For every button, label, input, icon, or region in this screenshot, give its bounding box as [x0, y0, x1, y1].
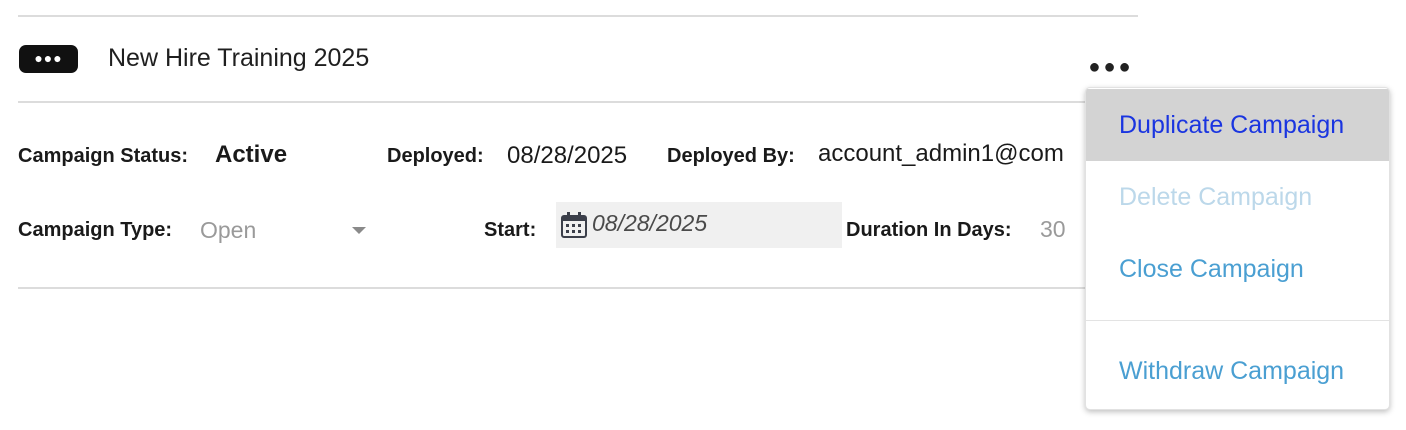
deployed-value: 08/28/2025	[507, 142, 628, 169]
campaign-actions-menu: Duplicate Campaign Delete Campaign Close…	[1085, 87, 1390, 410]
duration-label: Duration In Days:	[846, 219, 1012, 241]
deployed-by-label: Deployed By:	[667, 145, 795, 167]
calendar-icon[interactable]	[560, 211, 588, 239]
campaign-type-value: Open	[200, 216, 257, 243]
start-date-input[interactable]: 08/28/2025	[556, 202, 842, 248]
campaign-type-label: Campaign Type:	[18, 219, 173, 241]
more-actions-button[interactable]: ●●●	[1084, 56, 1138, 82]
campaign-title: New Hire Training 2025	[108, 44, 370, 72]
deployed-by-clip: account_admin1@com	[818, 140, 1084, 174]
campaign-type-select[interactable]: Open	[200, 213, 372, 247]
start-date-value: 08/28/2025	[592, 210, 708, 236]
menu-item-close-campaign[interactable]: Close Campaign	[1086, 233, 1389, 305]
top-divider	[18, 15, 1138, 17]
duration-value[interactable]: 30	[1040, 216, 1066, 243]
caret-down-icon	[352, 227, 366, 234]
header-divider	[18, 101, 1138, 103]
campaign-badge[interactable]: ●●●	[19, 45, 78, 73]
campaign-status-value: Active	[215, 141, 288, 168]
deployed-label: Deployed:	[387, 145, 484, 167]
deployed-by-value: account_admin1@com	[818, 140, 1064, 167]
more-horizontal-icon: ●●●	[1088, 56, 1134, 78]
start-label: Start:	[484, 219, 537, 241]
bottom-divider	[18, 287, 1138, 289]
menu-separator	[1086, 320, 1389, 321]
ellipsis-icon: ●●●	[34, 49, 63, 66]
campaign-panel: ●●● New Hire Training 2025 ●●● Campaign …	[0, 0, 1406, 430]
menu-item-withdraw-campaign[interactable]: Withdraw Campaign	[1086, 335, 1389, 407]
campaign-status-label: Campaign Status:	[18, 145, 189, 167]
menu-item-duplicate-campaign[interactable]: Duplicate Campaign	[1086, 89, 1389, 161]
menu-item-delete-campaign: Delete Campaign	[1119, 182, 1313, 211]
